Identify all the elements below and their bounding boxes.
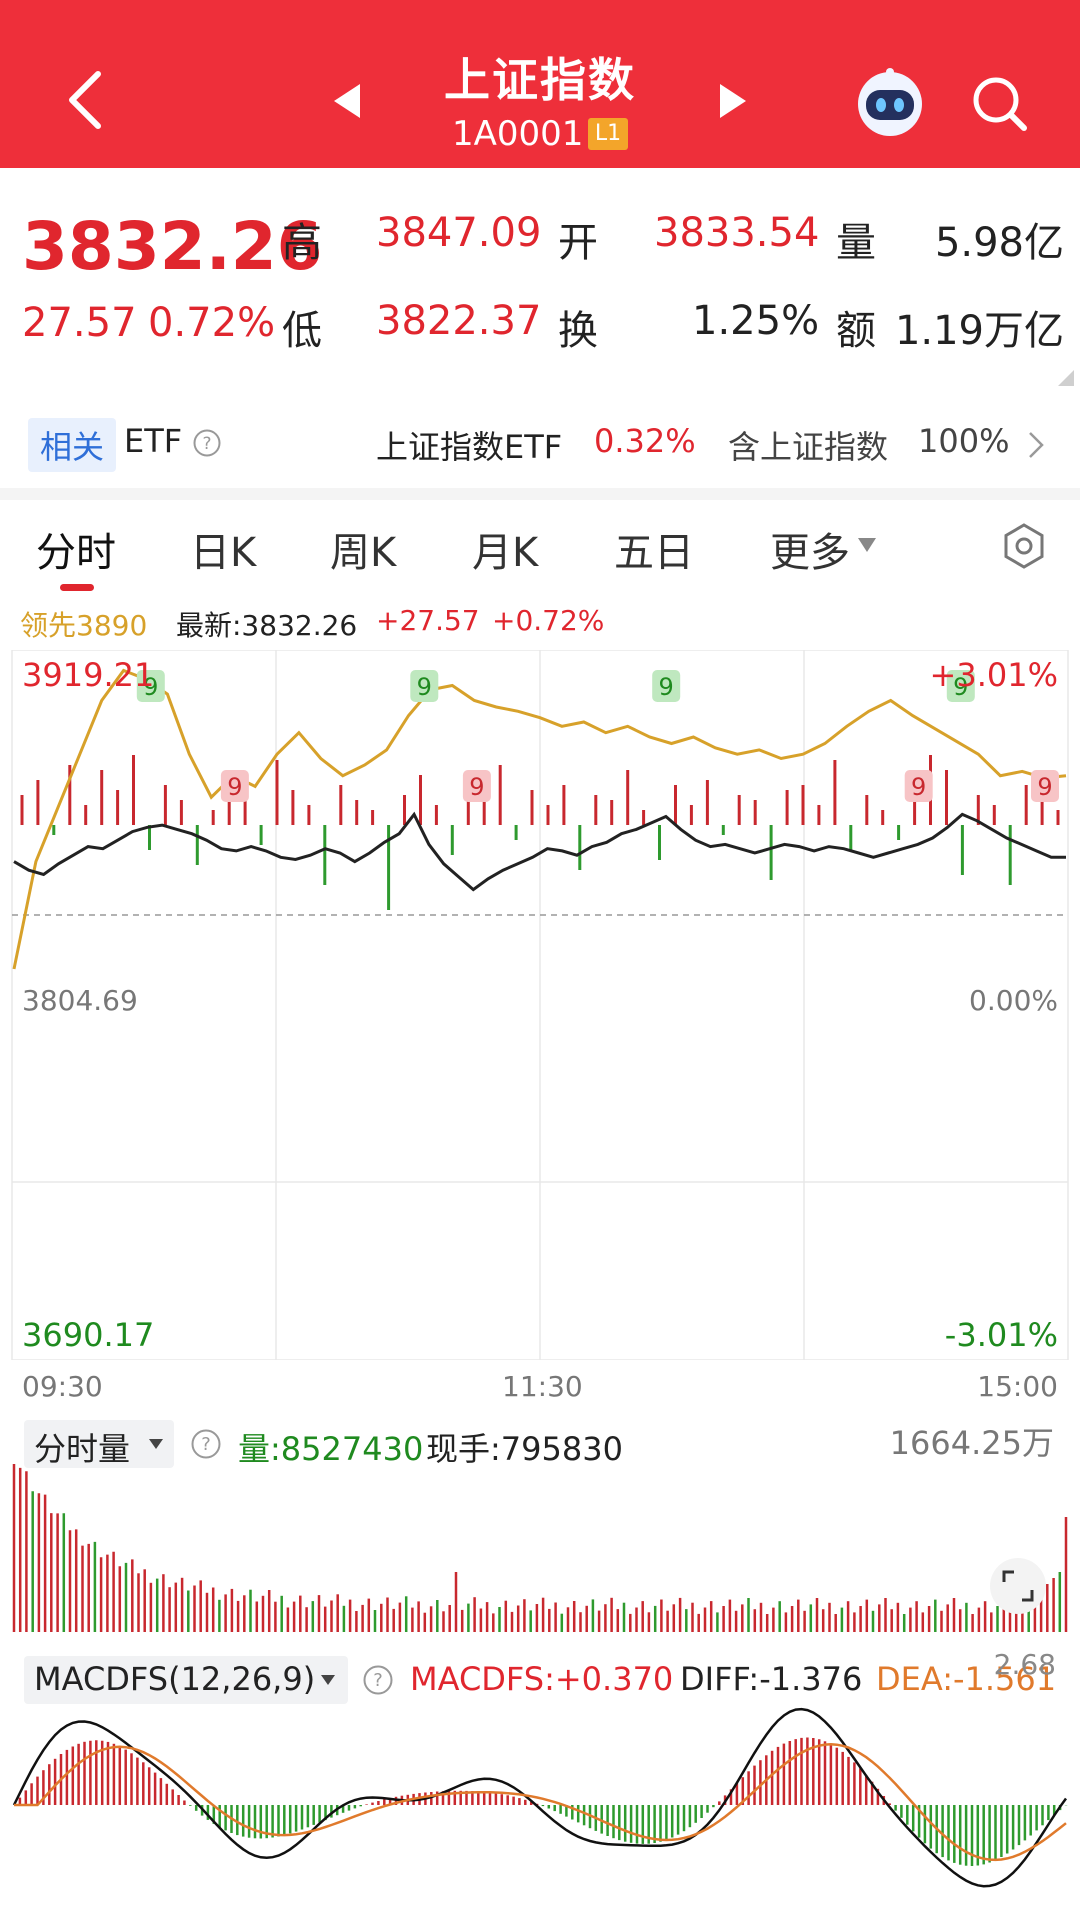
signal-down-marker: 9: [904, 770, 933, 802]
amount-value: 1.19万亿: [894, 308, 1064, 354]
level-badge: L1: [588, 118, 628, 150]
page-title: 上证指数: [444, 53, 636, 107]
macd-histogram: [18, 1737, 1068, 1866]
signal-label: 9: [911, 773, 926, 801]
top-nav-bar: 上证指数 1A0001 L1: [0, 0, 1080, 168]
volume-value: 5.98亿: [934, 220, 1064, 266]
volume-chart: [12, 1464, 1068, 1632]
tab-intraday[interactable]: 分时: [36, 520, 116, 578]
y-min-label: 3690.17: [22, 1316, 155, 1354]
y-mid-pct: 0.00%: [969, 984, 1058, 1017]
low-value: 3822.37: [376, 298, 542, 344]
signal-label: 9: [469, 773, 484, 801]
tab-monthly-k[interactable]: 月K: [472, 520, 538, 578]
high-label: 高: [282, 220, 322, 266]
signal-up-marker: 9: [410, 670, 439, 702]
signal-label: 9: [1037, 773, 1052, 801]
lead-indicator-label: 领先3890: [20, 609, 148, 642]
signal-label: 9: [227, 773, 242, 801]
price-change: 27.57: [22, 300, 137, 346]
volume-label: 量: [836, 220, 876, 266]
intraday-chart[interactable]: 9 9 9 99 9 9 9: [0, 650, 1080, 1360]
etf-holding-label: 含上证指数: [728, 428, 889, 466]
related-tag: 相关: [28, 418, 117, 472]
stock-code: 1A0001: [452, 114, 584, 154]
active-tab-indicator: [60, 584, 94, 591]
tab-daily-k[interactable]: 日K: [190, 520, 256, 578]
related-etf-bar[interactable]: 相关 ETF ? 上证指数ETF 0.32% 含上证指数 100%: [0, 400, 1080, 488]
signal-label: 9: [659, 673, 674, 701]
current-price: 3832.26: [22, 208, 323, 285]
svg-text:?: ?: [373, 1670, 383, 1691]
volume-bars: [12, 1464, 1068, 1632]
hexagon-settings-icon[interactable]: [1000, 522, 1048, 570]
latest-price-label: 最新:3832.26: [176, 609, 358, 642]
macd-help-icon[interactable]: ?: [362, 1664, 394, 1696]
signal-down-marker: 9: [220, 770, 249, 802]
signal-down-marker: 9: [462, 770, 491, 802]
y-max-pct: +3.01%: [929, 656, 1058, 694]
macdfs-value: MACDFS:+0.370: [410, 1660, 674, 1698]
y-mid-label: 3804.69: [22, 984, 138, 1017]
macd-dropdown-icon: [321, 1675, 335, 1685]
etf-change: 0.32%: [594, 422, 696, 460]
macd-selector[interactable]: MACDFS(12,26,9): [24, 1656, 348, 1704]
signal-markers: 9 9 9 99 9 9 9: [136, 670, 1059, 802]
amount-label: 额: [836, 308, 876, 354]
signal-label: 9: [417, 673, 432, 701]
robot-avatar-icon[interactable]: [852, 64, 928, 140]
x-label-close: 15:00: [977, 1370, 1058, 1403]
chart-grid: [11, 650, 1069, 1360]
latest-change-pct: +0.72%: [492, 604, 605, 637]
turnover-label: 换: [558, 308, 598, 354]
turnover-value: 1.25%: [692, 298, 820, 344]
tab-weekly-k[interactable]: 周K: [330, 520, 396, 578]
help-icon[interactable]: ?: [192, 428, 222, 458]
open-value: 3833.54: [654, 210, 820, 256]
tab-five-day[interactable]: 五日: [614, 520, 694, 578]
next-stock-icon[interactable]: [718, 82, 748, 120]
latest-change: +27.57: [376, 604, 480, 637]
high-value: 3847.09: [376, 210, 542, 256]
x-label-open: 09:30: [22, 1370, 103, 1403]
diff-value: DIFF:-1.376: [680, 1660, 863, 1698]
expand-corners-icon: [1002, 1570, 1034, 1602]
signal-down-marker: 9: [1031, 770, 1059, 802]
expand-corner-icon[interactable]: [1056, 368, 1076, 388]
signal-up-marker: 9: [652, 670, 681, 702]
y-max-label: 3919.21: [22, 656, 155, 694]
etf-name: 上证指数ETF: [376, 428, 563, 466]
section-divider: [0, 488, 1080, 500]
svg-text:?: ?: [202, 434, 211, 454]
macd-corner-value: 2.68: [993, 1648, 1056, 1681]
price-change-pct: 0.72%: [148, 300, 276, 346]
tab-more[interactable]: 更多: [770, 520, 850, 578]
fullscreen-button[interactable]: [990, 1558, 1046, 1614]
etf-holding-pct: 100%: [918, 422, 1010, 460]
dropdown-triangle-icon: [858, 538, 876, 552]
open-label: 开: [558, 220, 598, 266]
x-label-midday: 11:30: [502, 1370, 583, 1403]
etf-label: ETF: [124, 422, 183, 460]
low-label: 低: [282, 308, 322, 354]
chevron-right-icon: [1029, 432, 1044, 458]
back-arrow-icon[interactable]: [66, 70, 106, 130]
search-icon[interactable]: [970, 74, 1030, 134]
macd-selector-label: MACDFS(12,26,9): [34, 1660, 316, 1698]
y-min-pct: -3.01%: [944, 1316, 1058, 1354]
